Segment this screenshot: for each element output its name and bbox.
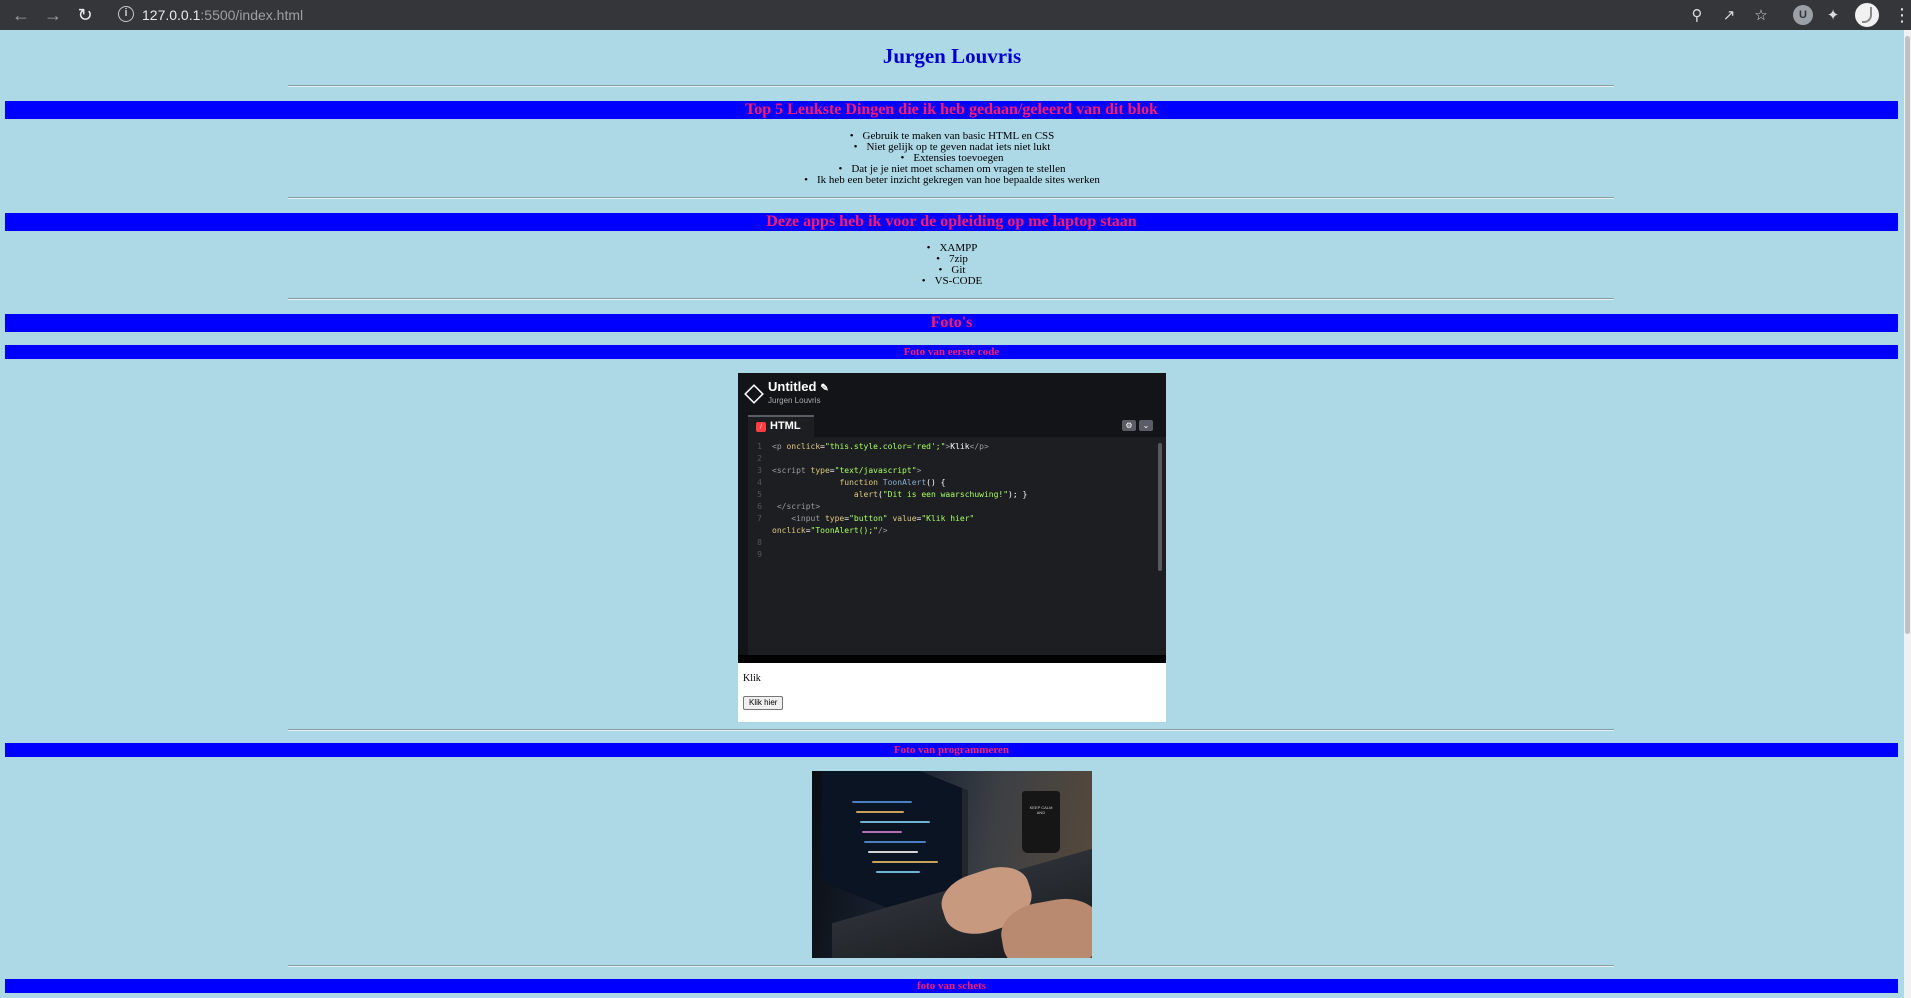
extensions-puzzle-icon[interactable]: ✦ — [1821, 3, 1845, 27]
screen-code-line — [862, 831, 902, 833]
codepen-logo-icon — [744, 384, 764, 404]
code-line: 8 — [757, 538, 762, 547]
extension-u-icon[interactable]: U — [1793, 5, 1813, 25]
code-line: 6 </script> — [757, 502, 821, 511]
code-line: 9 — [757, 550, 762, 559]
codepen-tab-label: HTML — [770, 420, 801, 432]
code-line: 1 <p onclick="this.style.color='red';">Kl… — [757, 442, 989, 451]
codepen-output-button: Klik hier — [743, 696, 784, 710]
screen-code-line — [872, 861, 938, 863]
page-scrollbar-thumb[interactable] — [1905, 36, 1910, 634]
divider — [288, 85, 1614, 87]
divider — [288, 298, 1614, 300]
code-line: 2 — [757, 454, 762, 463]
html-icon: / — [756, 422, 766, 432]
editor-scrollbar — [1158, 443, 1162, 571]
screen-code-line — [864, 841, 926, 843]
apps-list: XAMPP 7zip Git VS-CODE — [0, 243, 1904, 287]
section-heading-photos: Foto's — [5, 314, 1898, 332]
zoom-icon[interactable]: ⚲ — [1685, 3, 1709, 27]
list-item: VS-CODE — [0, 276, 1904, 287]
photo-heading-first-code: Foto van eerste code — [5, 345, 1898, 359]
codepen-editor: / HTML ⚙ ⌄ 1 <p onclick="this.style.color… — [748, 415, 1166, 655]
mug-label: KEEP CALM AND — [1029, 805, 1053, 815]
section-heading-top5: Top 5 Leukste Dingen die ik heb gedaan/g… — [5, 101, 1898, 119]
section-heading-apps: Deze apps heb ik voor de opleiding op me… — [5, 213, 1898, 231]
address-bar[interactable]: 127.0.0.1:5500/index.html — [142, 6, 303, 24]
codepen-window: Untitled ✎ Jurgen Louvris / HTML ⚙ ⌄ 1 <p … — [738, 373, 1166, 663]
kebab-menu-icon[interactable]: ⋮ — [1893, 3, 1911, 27]
divider — [288, 965, 1614, 967]
photo-heading-programming: Foto van programmeren — [5, 743, 1898, 757]
screen-code-line — [868, 851, 918, 853]
code-line: 3 <script type="text/javascript"> — [757, 466, 922, 475]
screen-code-line — [860, 821, 930, 823]
code-line: 5 alert("Dit is een waarschuwing!"); } — [757, 490, 1028, 499]
gear-icon: ⚙ — [1122, 420, 1136, 431]
codepen-tabbar: / HTML ⚙ ⌄ — [748, 415, 1166, 437]
photo-first-code: Untitled ✎ Jurgen Louvris / HTML ⚙ ⌄ 1 <p … — [738, 373, 1166, 722]
share-icon[interactable]: ↗ — [1717, 3, 1741, 27]
back-arrow-icon[interactable]: ← — [9, 3, 33, 27]
chevron-down-icon: ⌄ — [1139, 420, 1153, 431]
codepen-author: Jurgen Louvris — [768, 396, 821, 405]
codepen-output-text: Klik — [743, 673, 761, 684]
coffee-mug — [1022, 791, 1060, 853]
code-area: 1 <p onclick="this.style.color='red';">Kl… — [748, 439, 1158, 655]
code-line: 7 <input type="button" value="Klik hier" — [757, 514, 975, 523]
screen-code-line — [856, 811, 904, 813]
list-item: Ik heb een beter inzicht gekregen van ho… — [0, 175, 1904, 186]
bookmark-star-icon[interactable]: ☆ — [1749, 3, 1773, 27]
pencil-icon: ✎ — [820, 383, 829, 394]
photo-heading-sketch: foto van schets — [5, 979, 1898, 993]
screen-code-line — [876, 871, 920, 873]
screen-code-line — [852, 801, 912, 803]
page-title: Jurgen Louvris — [882, 44, 1022, 68]
divider — [288, 197, 1614, 199]
divider — [288, 729, 1614, 731]
profile-avatar[interactable] — [1855, 3, 1879, 27]
codepen-title: Untitled — [768, 379, 817, 394]
reload-icon[interactable]: ↻ — [73, 3, 97, 27]
top5-list: Gebruik te maken van basic HTML en CSS N… — [0, 131, 1904, 186]
site-info-icon[interactable]: i — [118, 6, 134, 22]
code-line: 4 function ToonAlert() { — [757, 478, 946, 487]
browser-toolbar: ← → ↻ i 127.0.0.1:5500/index.html ⚲ ↗ ☆ … — [0, 0, 1911, 30]
forward-arrow-icon[interactable]: → — [41, 3, 65, 27]
code-line: onclick="ToonAlert();"/> — [772, 526, 888, 535]
photo-programming: KEEP CALM AND — [812, 771, 1092, 958]
url-path: :5500/index.html — [200, 7, 304, 23]
editor-bottom-strip — [738, 655, 1166, 663]
url-host: 127.0.0.1 — [142, 7, 201, 23]
codepen-html-tab: / HTML — [748, 415, 814, 437]
